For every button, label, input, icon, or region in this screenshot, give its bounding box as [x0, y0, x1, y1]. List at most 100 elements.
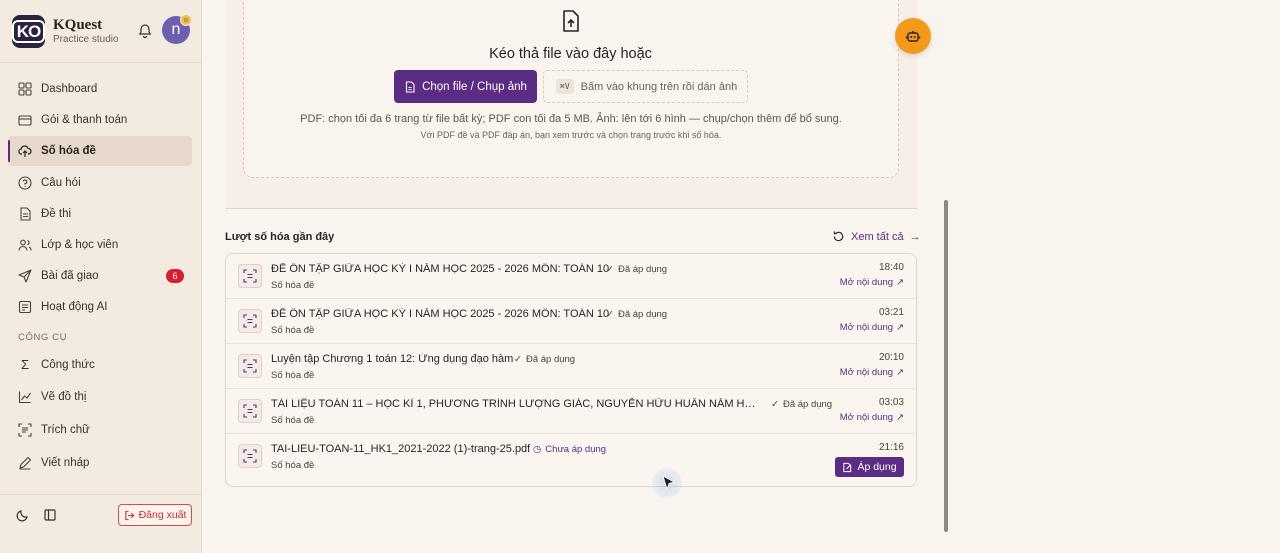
sidebar-item-label: Lớp & học viên [41, 239, 119, 251]
sidebar-item-draft[interactable]: Viết nháp [8, 448, 192, 478]
dashboard-icon [18, 82, 32, 96]
item-subtitle: Số hóa đề [271, 325, 315, 336]
check-icon: ✓ [606, 264, 614, 275]
pen-icon [19, 456, 32, 470]
scan-doc-icon [238, 444, 262, 468]
paste-hint: Bấm vào khung trên rồi dán ảnh [580, 80, 738, 93]
check-icon: ✓ [606, 309, 614, 320]
choose-file-button[interactable]: Chọn file / Chụp ảnh [394, 70, 537, 103]
brand-name: KQuest [53, 17, 103, 33]
status-text: Đã áp dụng [782, 399, 833, 410]
sidebar-item-billing[interactable]: Gói & thanh toán [8, 105, 192, 135]
item-title: Luyện tập Chương 1 toán 12: Ứng dụng đạo… [271, 353, 514, 365]
choose-file-label: Chọn file / Chụp ảnh [422, 80, 527, 93]
sidebar-footer: Đăng xuất [0, 494, 202, 534]
status-text: Chưa áp dụng [545, 444, 607, 455]
open-content-link[interactable]: Mở nội dung ↗ [840, 322, 904, 333]
recent-title: Lượt số hóa gần đây [225, 231, 335, 243]
open-label: Mở nội dung [839, 322, 894, 333]
count-badge: 6 [166, 269, 184, 283]
sidebar-item-label: Số hóa đề [41, 145, 96, 157]
sidebar-item-label: Trích chữ [41, 424, 90, 436]
open-label: Mở nội dung [839, 412, 894, 423]
arrow-right-icon: → [909, 230, 921, 243]
brand: KO KQuest Practice studio n ☺ [11, 14, 192, 50]
sidebar-item-label: Vẽ đồ thị [41, 391, 87, 403]
status-badge: ✓ Đã áp dụng [514, 354, 575, 365]
brand-subtitle: Practice studio [53, 34, 119, 45]
send-icon [18, 269, 32, 283]
sidebar-item-questions[interactable]: Câu hỏi [8, 168, 192, 198]
status-badge: ✓ Đã áp dụng [606, 264, 667, 275]
item-time: 03:21 [878, 307, 904, 318]
assistant-fab[interactable] [895, 18, 931, 54]
item-time: 03:03 [878, 397, 904, 408]
status-badge: ✓ Đã áp dụng [771, 399, 832, 410]
users-icon [18, 239, 32, 251]
moon-icon[interactable] [16, 508, 30, 522]
robot-icon [905, 31, 921, 42]
sidebar: KO KQuest Practice studio n ☺ Dashboard … [0, 0, 202, 553]
refresh-icon[interactable] [832, 230, 845, 243]
sidebar-item-label: Dashboard [41, 83, 98, 95]
list-item[interactable]: ĐỀ ÔN TẬP GIỮA HỌC KỲ I NĂM HỌC 2025 - 2… [226, 254, 916, 299]
file-icon [406, 80, 415, 93]
question-icon [18, 176, 32, 190]
check-icon: ✓ [514, 354, 522, 365]
scan-doc-icon [238, 399, 262, 423]
sidebar-toggle-icon[interactable] [43, 508, 57, 522]
sidebar-item-label: Câu hỏi [41, 177, 81, 189]
sidebar-item-ai-activity[interactable]: Hoạt động AI [8, 292, 192, 322]
brand-logo[interactable]: KO [11, 15, 46, 48]
upload-note: PDF: chọn tối đa 6 trang từ file bất kỳ;… [300, 113, 842, 125]
dropzone-title: Kéo thả file vào đây hoặc [489, 46, 652, 62]
sidebar-item-graph[interactable]: Vẽ đồ thị [8, 382, 192, 412]
item-subtitle: Số hóa đề [271, 415, 315, 426]
scan-doc-icon [238, 264, 262, 288]
sidebar-item-classes[interactable]: Lớp & học viên [8, 230, 192, 260]
sidebar-item-formula[interactable]: Σ Công thức [8, 350, 192, 380]
apply-button[interactable]: Áp dụng [835, 457, 904, 477]
sidebar-item-label: Gói & thanh toán [41, 114, 128, 126]
scan-doc-icon [238, 354, 262, 378]
item-time: 18:40 [878, 262, 904, 273]
list-item[interactable]: TAI-LIEU-TOAN-11_HK1_2021-2022 (1)-trang… [226, 434, 916, 479]
apply-icon [843, 462, 852, 472]
sidebar-item-ocr[interactable]: Trích chữ [8, 415, 192, 445]
view-all-label: Xem tất cả [851, 230, 904, 243]
file-upload-icon [563, 10, 579, 32]
sidebar-item-digitize[interactable]: Số hóa đề [8, 136, 192, 166]
view-all-link[interactable]: Xem tất cả → [832, 230, 921, 243]
sidebar-item-label: Bài đã giao [41, 270, 99, 282]
list-item[interactable]: ĐỀ ÔN TẬP GIỮA HỌC KỲ I NĂM HỌC 2025 - 2… [226, 299, 916, 344]
mouse-cursor-icon [662, 475, 676, 491]
status-text: Đã áp dụng [617, 264, 668, 275]
list-item[interactable]: Luyện tập Chương 1 toán 12: Ứng dụng đạo… [226, 344, 916, 389]
scrollbar[interactable] [944, 200, 948, 532]
item-time: 21:16 [878, 442, 904, 453]
sidebar-item-exams[interactable]: Đề thi [8, 199, 192, 229]
section-divider [225, 208, 917, 209]
paste-shortcut: ⌘V [556, 79, 574, 94]
upload-subnote: Với PDF đề và PDF đáp án, bạn xem trước … [420, 130, 722, 140]
sidebar-item-label: Đề thi [41, 208, 72, 220]
paste-area[interactable]: ⌘V Bấm vào khung trên rồi dán ảnh [543, 70, 748, 103]
open-content-link[interactable]: Mở nội dung ↗ [840, 412, 904, 423]
cloud-upload-icon [18, 145, 32, 157]
item-subtitle: Số hóa đề [271, 370, 315, 381]
sidebar-item-dashboard[interactable]: Dashboard [8, 74, 192, 104]
external-link-icon: ↗ [896, 277, 904, 288]
list-item[interactable]: TÀI LIỆU TOÁN 11 – HỌC KÌ 1, PHƯƠNG TRÌN… [226, 389, 916, 434]
item-subtitle: Số hóa đề [271, 280, 315, 291]
tools-section-label: CÔNG CỤ [18, 332, 68, 343]
sidebar-item-assigned[interactable]: Bài đã giao 6 [8, 261, 192, 291]
avatar-badge-icon: ☺ [180, 14, 192, 26]
logout-button[interactable]: Đăng xuất [118, 504, 192, 526]
open-content-link[interactable]: Mở nội dung ↗ [840, 367, 904, 378]
open-content-link[interactable]: Mở nội dung ↗ [840, 277, 904, 288]
sidebar-item-label: Hoạt động AI [41, 301, 108, 313]
status-badge: ◷ Chưa áp dụng [533, 444, 606, 455]
ai-activity-icon [18, 300, 32, 314]
bell-icon[interactable] [137, 23, 153, 39]
recent-list: ĐỀ ÔN TẬP GIỮA HỌC KỲ I NĂM HỌC 2025 - 2… [225, 253, 917, 487]
